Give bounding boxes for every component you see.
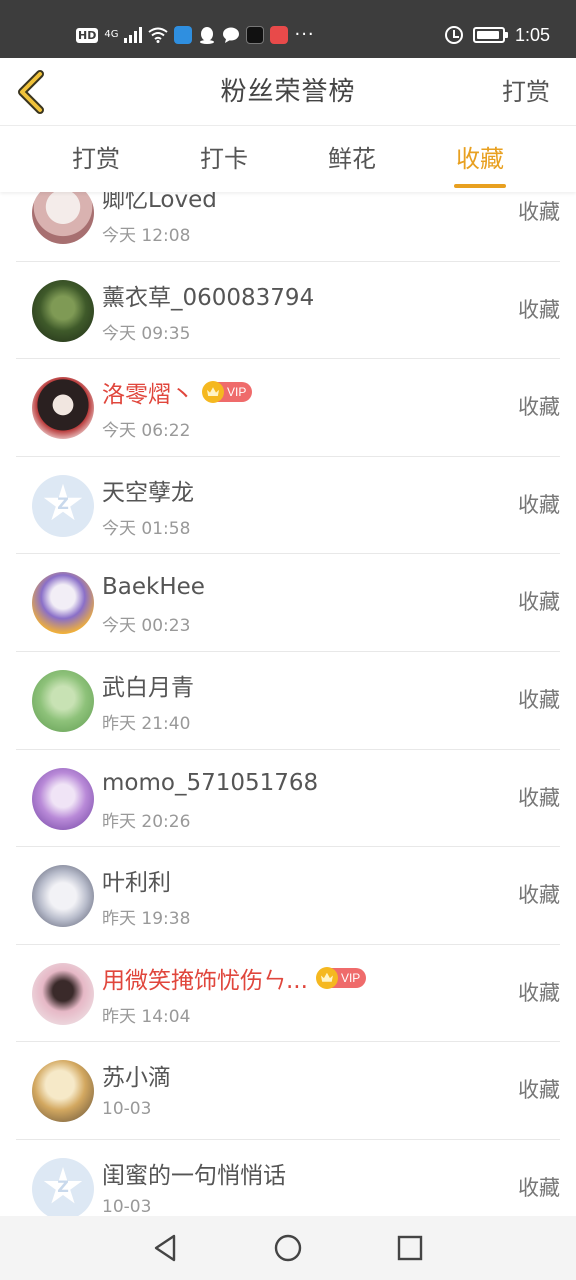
fan-name[interactable]: 洛零熠丶: [102, 375, 194, 409]
fan-name[interactable]: 卿忆Loved: [102, 192, 217, 214]
signal-icon: [124, 27, 143, 43]
tab-flowers[interactable]: 鲜花: [307, 126, 397, 192]
circle-home-icon[interactable]: [270, 1230, 306, 1266]
fan-list[interactable]: 卿忆Loved 今天 12:08 收藏 薰衣草_060083794 今天 09:…: [0, 192, 576, 1216]
fan-name[interactable]: 用微笑掩饰忧伤ㄣ...: [102, 961, 308, 995]
avatar[interactable]: [32, 279, 94, 342]
alarm-icon: [444, 26, 463, 44]
tab-tip[interactable]: 打赏: [51, 126, 141, 192]
fan-name[interactable]: 闺蜜的一句悄悄话: [102, 1156, 286, 1190]
fan-name[interactable]: 天空孽龙: [102, 473, 194, 507]
status-bar: HD 4G ··· 1:05: [0, 0, 576, 58]
reader-icon: [270, 26, 289, 44]
vip-label: VIP: [227, 385, 247, 400]
wifi-icon: [148, 27, 169, 43]
list-item[interactable]: 卿忆Loved 今天 12:08 收藏: [16, 192, 560, 262]
title-bar: 粉丝荣誉榜 打赏: [0, 58, 576, 126]
fan-time: 今天 06:22: [102, 421, 191, 442]
default-avatar-icon[interactable]: [32, 474, 94, 537]
avatar[interactable]: [32, 767, 94, 830]
tab-label: 鲜花: [328, 145, 376, 173]
triangle-back-icon[interactable]: [148, 1230, 184, 1266]
fan-action: 收藏: [518, 883, 560, 908]
system-nav-bar: [0, 1216, 576, 1280]
hd-badge: HD: [76, 27, 99, 43]
tab-bar: 打赏 打卡 鲜花 收藏: [0, 126, 576, 192]
fan-time: 今天 01:58: [102, 518, 191, 539]
vip-badge: VIP: [315, 966, 367, 989]
list-item[interactable]: 叶利利 昨天 19:38 收藏: [16, 847, 560, 945]
qq-icon: [200, 27, 215, 44]
list-item[interactable]: momo_571051768 昨天 20:26 收藏: [16, 750, 560, 848]
fan-name[interactable]: 薰衣草_060083794: [102, 278, 314, 312]
fan-action: 收藏: [518, 590, 560, 615]
fan-action: 收藏: [518, 297, 560, 322]
page-title: 粉丝荣誉榜: [220, 77, 356, 107]
list-item[interactable]: 薰衣草_060083794 今天 09:35 收藏: [16, 262, 560, 360]
list-item[interactable]: 用微笑掩饰忧伤ㄣ... VIP 昨天 14:04 收藏: [16, 945, 560, 1043]
fan-time: 今天 00:23: [102, 616, 191, 637]
tip-button[interactable]: 打赏: [502, 58, 550, 126]
active-tab-indicator: [454, 184, 506, 188]
fan-time: 昨天 14:04: [102, 1006, 191, 1027]
more-notifications-icon: ···: [294, 24, 315, 45]
fan-action: 收藏: [518, 395, 560, 420]
avatar[interactable]: [32, 669, 94, 732]
status-icons-left: HD 4G ···: [76, 22, 315, 48]
default-avatar-icon[interactable]: [32, 1157, 94, 1216]
fan-name[interactable]: 苏小滴: [102, 1058, 171, 1092]
fan-time: 今天 12:08: [102, 226, 191, 246]
vip-badge: VIP: [202, 381, 253, 404]
fan-action: 收藏: [518, 980, 560, 1005]
status-icons-right: 1:05: [444, 22, 550, 48]
avatar[interactable]: [32, 865, 94, 928]
fan-action: 收藏: [518, 1175, 560, 1200]
network-type: 4G: [104, 29, 119, 40]
avatar[interactable]: [32, 572, 94, 635]
tab-label: 打赏: [72, 145, 120, 173]
fan-action: 收藏: [518, 785, 560, 810]
fan-action: 收藏: [518, 687, 560, 712]
crown-icon: [315, 966, 338, 989]
tab-favorites[interactable]: 收藏: [435, 126, 525, 192]
avatar[interactable]: [32, 377, 94, 440]
clock-time: 1:05: [514, 24, 550, 45]
fan-name[interactable]: 叶利利: [102, 863, 171, 897]
avatar[interactable]: [32, 1060, 94, 1123]
list-item[interactable]: 武白月青 昨天 21:40 收藏: [16, 652, 560, 750]
avatar[interactable]: [32, 962, 94, 1025]
list-item[interactable]: 洛零熠丶 VIP 今天 06:22 收藏: [16, 359, 560, 457]
battery-icon: [472, 27, 508, 43]
crown-icon: [202, 381, 224, 404]
fan-time: 昨天 19:38: [102, 909, 191, 930]
fan-time: 昨天 21:40: [102, 713, 191, 734]
square-recents-icon[interactable]: [392, 1230, 428, 1266]
fan-name[interactable]: BaekHee: [102, 574, 205, 600]
fan-time: 昨天 20:26: [102, 811, 191, 832]
list-item[interactable]: 天空孽龙 今天 01:58 收藏: [16, 457, 560, 555]
fan-name[interactable]: momo_571051768: [102, 770, 318, 796]
fan-time: 10-03: [102, 1196, 152, 1216]
fan-action: 收藏: [518, 1078, 560, 1103]
tab-label: 打卡: [200, 145, 248, 173]
list-item[interactable]: 苏小滴 10-03 收藏: [16, 1042, 560, 1140]
list-item[interactable]: 闺蜜的一句悄悄话 10-03 收藏: [16, 1140, 560, 1216]
fan-time: 10-03: [102, 1099, 152, 1120]
fan-name[interactable]: 武白月青: [102, 668, 194, 702]
fan-action: 收藏: [518, 200, 560, 224]
fan-time: 今天 09:35: [102, 323, 191, 344]
tiktok-icon: [246, 26, 265, 44]
tab-label: 收藏: [456, 145, 504, 173]
fan-action: 收藏: [518, 492, 560, 517]
tab-checkin[interactable]: 打卡: [179, 126, 269, 192]
list-item[interactable]: BaekHee 今天 00:23 收藏: [16, 554, 560, 652]
chat-icon: [223, 27, 240, 43]
browser-icon: [174, 26, 193, 44]
vip-label: VIP: [340, 970, 361, 985]
avatar[interactable]: [32, 192, 94, 244]
